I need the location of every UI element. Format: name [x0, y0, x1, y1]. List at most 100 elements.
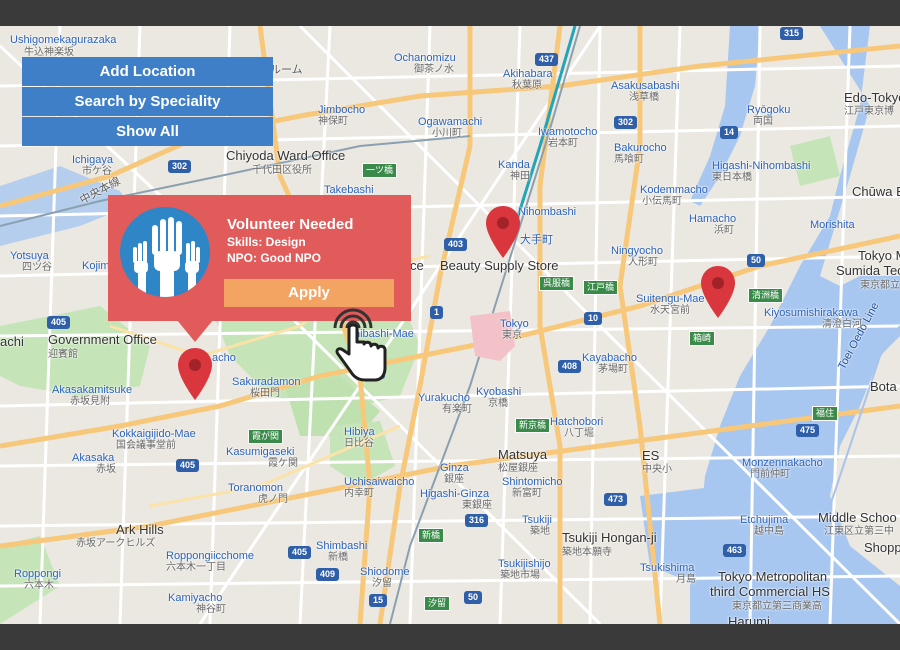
raised-hands-icon: [120, 207, 210, 297]
map-label: Bota: [870, 379, 897, 394]
map-label: 内幸町: [344, 488, 374, 499]
map-label: acho: [212, 352, 236, 364]
map-label: 赤坂: [96, 464, 116, 475]
map-label: Tsukiji: [522, 514, 552, 526]
map-label: Monzennakacho: [742, 457, 823, 469]
map-label: 大手町: [520, 234, 553, 246]
popup-skills: Skills: Design: [227, 235, 306, 249]
map-pin-marker[interactable]: [699, 264, 737, 320]
map-label: Shintomicho: [502, 476, 563, 488]
map-label: Ushigomekagurazaka: [10, 34, 117, 46]
map-pin-marker[interactable]: [484, 204, 522, 260]
map-label: 築地本願寺: [562, 547, 612, 558]
map-label: Kodemmacho: [640, 184, 708, 196]
route-shield: 475: [796, 424, 820, 437]
map-label: Kasumigaseki: [226, 446, 295, 458]
map-label: 桜田門: [250, 388, 280, 399]
map-label: 八丁堀: [564, 428, 594, 439]
map-label: Hibiya: [344, 426, 375, 438]
map-label: Tsukijishijo: [498, 558, 551, 570]
map-label: 中央小: [642, 464, 672, 475]
map-label: 東日本橋: [712, 172, 752, 183]
route-shield: 1: [430, 306, 444, 319]
map-label: Tokyo Mo: [858, 248, 900, 263]
map-label: 松屋銀座: [498, 463, 538, 474]
map-label: Kiyosumishirakawa: [764, 307, 859, 319]
map-label: 小川町: [432, 128, 462, 139]
map-label: Akasaka: [72, 452, 115, 464]
map-label: 有楽町: [442, 404, 472, 415]
route-shield: 14: [720, 126, 739, 139]
map-label: Matsuya: [498, 447, 548, 462]
map-label: Ogawamachi: [418, 116, 483, 128]
map-label: 浅草橋: [629, 92, 659, 103]
map-label: 築地: [530, 526, 550, 537]
map-label: 市ケ谷: [82, 166, 112, 177]
map-label: 月島: [676, 574, 696, 585]
map-pin-marker-selected[interactable]: [176, 346, 214, 402]
map-label: 赤坂アークヒルズ: [76, 538, 156, 549]
map-label: Ginza: [440, 462, 469, 474]
map-label: 千代田区役所: [252, 165, 312, 176]
map-label: Middle Schoo: [818, 510, 897, 525]
map-label: Yotsuya: [10, 250, 49, 262]
map-label: Akasakamitsuke: [52, 384, 133, 396]
map-label: 新橋: [328, 552, 348, 563]
map-label: Jimbocho: [318, 104, 366, 116]
map-label: Hamacho: [689, 213, 737, 225]
route-shield: 50: [464, 591, 483, 604]
map-label: Kamiyacho: [168, 592, 223, 604]
map-label: 四ツ谷: [22, 262, 52, 273]
map-label: 東京: [502, 330, 522, 341]
route-shield: 473: [604, 493, 628, 506]
popup-pointer: [177, 320, 213, 342]
map-label: achi: [0, 334, 24, 349]
map-label: 江戸東京博: [844, 106, 894, 117]
map-label: ce: [410, 258, 424, 273]
road-sign: 福住: [812, 406, 839, 421]
road-sign: 箱崎: [689, 331, 716, 346]
map-label: 六本木: [24, 580, 54, 591]
map-label: Asakusabashi: [611, 80, 680, 92]
map-label: Kyobashi: [476, 386, 522, 398]
map-label: Ningyocho: [611, 245, 663, 257]
map-label: 小伝馬町: [642, 196, 682, 207]
route-shield: 302: [614, 116, 638, 129]
map-label: Morishita: [810, 219, 855, 231]
map-label: Ichigaya: [72, 154, 113, 166]
map-label: Ochanomizu: [394, 52, 456, 64]
map-label: Kayabacho: [582, 352, 638, 364]
route-shield: 437: [535, 53, 559, 66]
map-label: Sumida Tec: [836, 263, 900, 278]
map-label: Sakuradamon: [232, 376, 301, 388]
map-label: third Commercial HS: [710, 584, 830, 599]
map-label: Kojim: [82, 260, 110, 272]
map-label: Kokkaigijido-Mae: [112, 428, 196, 440]
popup-npo: NPO: Good NPO: [227, 251, 321, 265]
raised-hands-icon-graphic: [133, 217, 200, 297]
map-label: 越中島: [754, 526, 784, 537]
route-shield: 302: [168, 160, 192, 173]
show-all-button[interactable]: Show All: [22, 117, 273, 146]
route-shield: 50: [747, 254, 766, 267]
search-by-speciality-button[interactable]: Search by Speciality: [22, 87, 273, 116]
map-label: ES: [642, 448, 660, 463]
map-label: Tsukiji Hongan-ji: [562, 530, 657, 545]
map-label: Tokyo Metropolitan: [718, 569, 828, 584]
map-label: 虎ノ門: [258, 494, 288, 505]
map-label: Government Office: [48, 332, 157, 347]
map-label: 岩本町: [548, 138, 578, 149]
route-shield: 408: [558, 360, 582, 373]
map-label: Roppongi: [14, 568, 62, 580]
map-label: 人形町: [628, 257, 658, 268]
map-label: 六本木一丁目: [166, 562, 226, 573]
map-label: Tsukishima: [640, 562, 695, 574]
road-sign: 汐留: [424, 596, 451, 611]
map-label: Yurakucho: [418, 392, 470, 404]
location-menu: Add Location Search by Speciality Show A…: [22, 57, 273, 147]
road-sign: 清洲橋: [748, 288, 784, 303]
map-label: 江東区立第三中: [824, 526, 894, 537]
map-label: 神田: [510, 171, 530, 182]
route-shield: 405: [288, 546, 312, 559]
add-location-button[interactable]: Add Location: [22, 57, 273, 86]
